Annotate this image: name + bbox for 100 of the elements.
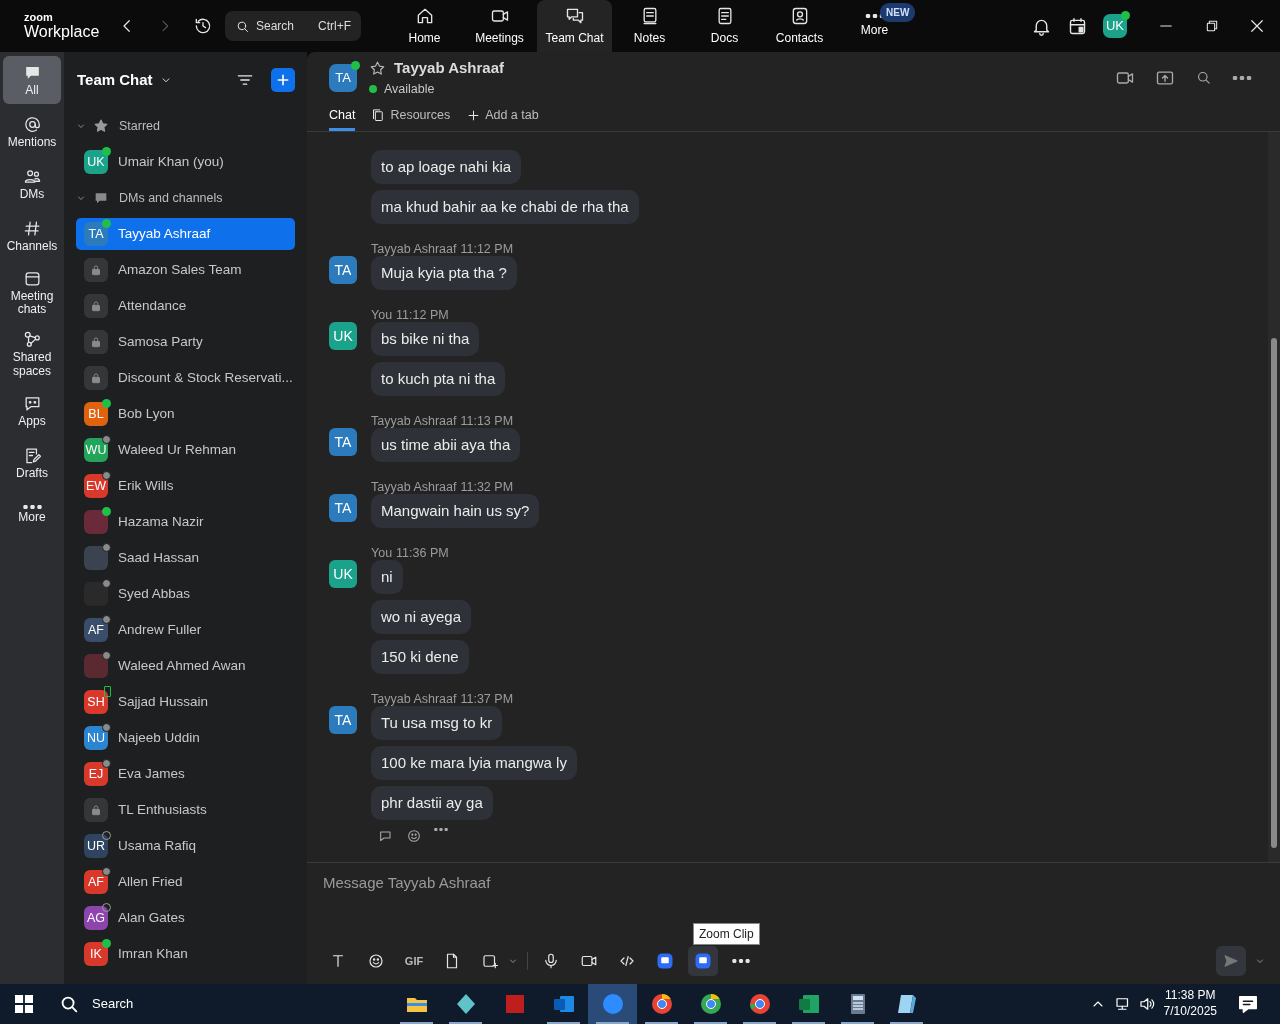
avatar: TA: [329, 428, 357, 456]
chat-list-item[interactable]: IK Imran Khan: [76, 938, 295, 970]
chat-list-item[interactable]: Saad Hassan: [76, 542, 295, 574]
restore-icon[interactable]: [1204, 18, 1220, 34]
chat-list-item[interactable]: UR Usama Rafiq: [76, 830, 295, 862]
rail-item[interactable]: More: [3, 490, 61, 539]
chat-list-item[interactable]: Amazon Sales Team: [76, 254, 295, 286]
avatar: TA: [329, 494, 357, 522]
avatar: UK: [329, 322, 357, 350]
message-bubble: Muja kyia pta tha ?: [371, 256, 517, 290]
chat-list-item[interactable]: BL Bob Lyon: [76, 398, 295, 430]
message-time: 11:12 PM: [396, 308, 449, 322]
chat-tab[interactable]: Add a tab: [466, 103, 539, 131]
volume-icon[interactable]: [1137, 995, 1156, 1013]
rail-item[interactable]: Mentions: [3, 108, 61, 156]
emoji-icon[interactable]: [406, 828, 422, 844]
nav-tab[interactable]: Contacts: [762, 0, 837, 52]
rail-item[interactable]: Drafts: [3, 438, 61, 487]
lock-icon: [89, 299, 103, 313]
contact-name: Tayyab Ashraaf: [394, 58, 505, 79]
avatar: AG: [84, 906, 108, 930]
message-bubble: 100 ke mara lyia mangwa ly: [371, 746, 577, 780]
video-app-icon[interactable]: [588, 984, 637, 1024]
clock-time: 11:38 PM: [1164, 988, 1217, 1004]
microphone-icon: [542, 952, 560, 970]
nav-tab[interactable]: Team Chat: [537, 0, 612, 52]
nav-tab[interactable]: Home: [387, 0, 462, 52]
more-icon[interactable]: [434, 828, 448, 831]
taskbar-search[interactable]: Search: [48, 984, 348, 1024]
chat-list-item[interactable]: WU Waleed Ur Rehman: [76, 434, 295, 466]
chat-list-item[interactable]: TL Enthusiasts: [76, 794, 295, 826]
windows-icon[interactable]: [15, 995, 33, 1013]
avatar: TA: [329, 256, 357, 284]
chat-list-item[interactable]: Samosa Party: [76, 326, 295, 358]
message-bubble: ma khud bahir aa ke chabi de rha tha: [371, 190, 639, 224]
avatar: EW: [84, 474, 108, 498]
chat-list-item[interactable]: EJ Eva James: [76, 758, 295, 790]
message-bubble: Mangwain hain us sy?: [371, 494, 540, 528]
rail-item[interactable]: Shared spaces: [3, 325, 61, 383]
app-icon: [656, 952, 674, 970]
notification-icon[interactable]: [1237, 993, 1259, 1015]
chat-list-item[interactable]: AF Andrew Fuller: [76, 614, 295, 646]
chat-list-item[interactable]: AF Allen Fried: [76, 866, 295, 898]
avatar: UK: [329, 560, 357, 588]
gif-button[interactable]: GIF: [399, 946, 429, 976]
avatar: EJ: [84, 762, 108, 786]
message-field[interactable]: Message Tayyab Ashraaf: [323, 863, 1266, 904]
chat-list-item[interactable]: AG Alan Gates: [76, 902, 295, 934]
chat-list-item[interactable]: Syed Abbas: [76, 578, 295, 610]
chat-list-item[interactable]: SH Sajjad Hussain: [76, 686, 295, 718]
nav-tab[interactable]: Notes: [612, 0, 687, 52]
avatar: AF: [84, 870, 108, 894]
message-bubble: ni: [371, 560, 403, 594]
avatar: TA: [329, 63, 357, 92]
chat-list-item[interactable]: Hazama Nazir: [76, 506, 295, 538]
avatar: UR: [84, 834, 108, 858]
search-icon[interactable]: [1195, 69, 1212, 87]
rail-item[interactable]: DMs: [3, 160, 61, 208]
star-icon: [93, 118, 109, 134]
sender-name: You: [371, 546, 393, 560]
send-icon: [1223, 953, 1239, 969]
rail-item[interactable]: Meeting chats: [3, 264, 61, 322]
rail-item[interactable]: All: [3, 56, 61, 104]
section-header[interactable]: DMs and channels: [64, 180, 307, 216]
nav-tab[interactable]: Meetings: [462, 0, 537, 52]
chat-list-item[interactable]: NU Najeeb Uddin: [76, 722, 295, 754]
sender-name: Tayyab Ashraaf: [371, 414, 457, 428]
screenshot-icon: [481, 952, 499, 970]
message-bubble: phr dastii ay ga: [371, 786, 493, 820]
message-time: 11:13 PM: [460, 414, 514, 428]
chat-list-item[interactable]: Attendance: [76, 290, 295, 322]
send-button[interactable]: [1216, 946, 1246, 976]
close-icon[interactable]: [1248, 17, 1266, 35]
reply-icon[interactable]: [378, 828, 394, 844]
lock-icon: [89, 803, 103, 817]
chat-list-item[interactable]: Waleed Ahmed Awan: [76, 650, 295, 682]
at-icon: [22, 114, 42, 134]
add-button[interactable]: [271, 68, 295, 92]
chat-tab[interactable]: Chat: [329, 103, 356, 131]
sender-name: Tayyab Ashraaf: [371, 692, 457, 706]
star-icon[interactable]: [369, 59, 386, 77]
avatar: IK: [84, 942, 108, 966]
more-icon[interactable]: [1232, 75, 1252, 80]
chat-list-item[interactable]: TA Tayyab Ashraaf: [76, 218, 295, 250]
app-icon: [694, 952, 712, 970]
sender-name: Tayyab Ashraaf: [371, 480, 457, 494]
chat-tab[interactable]: Resources: [371, 103, 451, 131]
rail-item[interactable]: Apps: [3, 386, 61, 435]
nav-tab[interactable]: Docs: [687, 0, 762, 52]
chat-list-item[interactable]: EW Erik Wills: [76, 470, 295, 502]
rail-item[interactable]: Channels: [3, 212, 61, 260]
calendar-icon[interactable]: [1067, 15, 1088, 37]
plus-icon: [275, 72, 291, 88]
section-header[interactable]: Starred: [64, 108, 307, 144]
chat-list-item[interactable]: Discount & Stock Reservati...: [76, 362, 295, 394]
chat-list-item[interactable]: UK Umair Khan (you): [76, 146, 295, 178]
history-icon[interactable]: [193, 16, 213, 36]
clock-date: 7/10/2025: [1163, 1004, 1217, 1020]
message-time: 11:37 PM: [460, 692, 514, 706]
search-field[interactable]: Search Ctrl+F: [225, 11, 361, 41]
